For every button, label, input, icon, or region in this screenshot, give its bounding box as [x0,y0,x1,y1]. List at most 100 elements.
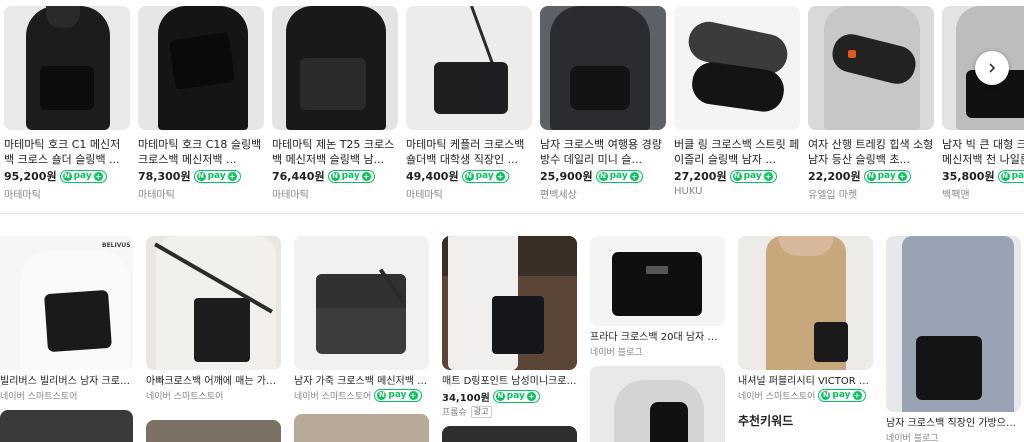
product-image[interactable] [738,236,873,370]
product-image[interactable]: BELIVUS [0,236,133,370]
brand-mark: BELIVUS [102,242,131,249]
grid-title[interactable]: 남자 크로스백 직장인 가방으로 ... [886,417,1021,430]
grid-title[interactable]: 프라다 크로스백 20대 남자 가방 [590,331,725,344]
store-name[interactable]: 마테마틱 [272,186,398,200]
naver-n-icon: N [196,171,206,181]
grid-store[interactable]: 네이버 스마트스토어 [0,389,133,402]
grid-card[interactable]: 남자 크로스백 직장인 가방으로 ... 네이버 블로그 [886,236,1021,442]
product-image[interactable] [138,6,264,130]
product-image[interactable] [294,236,429,370]
store-name[interactable]: 마테마틱 [4,186,130,200]
plus-icon: + [526,392,536,401]
naver-n-icon: N [464,171,474,181]
grid-store[interactable]: 네이버 스마트스토어 Npay + [738,389,873,402]
product-title[interactable]: 마테마틱 케플러 크로스백 숄더백 대학생 직장인 ... [406,137,532,167]
product-image[interactable] [0,410,133,442]
grid-store[interactable]: 네이버 블로그 [590,345,725,358]
product-price: 76,440원 [272,170,325,183]
grid-title[interactable]: 아빠크로스백 어깨에 매는 가방 ... [146,375,281,388]
grid-store[interactable]: 네이버 블로그 [886,431,1021,442]
product-title[interactable]: 마테마틱 호크 C18 슬링백 크로스백 메신저백 ... [138,137,264,167]
plus-icon: + [495,171,505,181]
ad-badge: 광고 [470,405,492,418]
product-image[interactable] [406,6,532,130]
npay-badge: Npay+ [461,169,509,183]
product-image[interactable] [294,414,429,442]
carousel-next-button[interactable] [975,51,1009,85]
product-price: 34,100원 [442,393,490,404]
product-carousel: 마테마틱 호크 C1 메신저백 크로스 숄더 슬링백 ... 95,200원 N… [0,0,1024,205]
store-name[interactable]: 마테마틱 [406,186,532,200]
grid-price-row: 34,100원 Npay + [442,389,577,404]
naver-n-icon: N [377,391,387,400]
naver-n-icon: N [62,171,72,181]
price-row: 49,400원 Npay + [406,168,532,184]
product-image[interactable] [590,236,725,326]
grid-card[interactable] [294,414,429,442]
carousel-card[interactable]: 남자 크로스백 여행용 경량 방수 데일리 미니 슬... 25,900원 Np… [540,6,666,200]
product-title[interactable]: 남자 빅 큰 대형 크로스백 메신저백 천 나일론 [942,137,1024,167]
product-price: 49,400원 [406,170,459,183]
grid-title[interactable]: 매트 D링포인트 남성미니크로스... [442,375,577,388]
product-title[interactable]: 마테마틱 제논 T25 크로스백 메신저백 슬링백 남... [272,137,398,167]
grid-title[interactable]: 내셔널 퍼블리시티 VICTOR HQ ... [738,375,873,388]
carousel-card[interactable]: 버클 링 크로스백 스트릿 페이즐리 슬링백 남자 ... 27,200원 Np… [674,6,800,200]
grid-store[interactable]: 프롬슈 광고 [442,405,577,418]
product-image[interactable] [442,236,577,370]
grid-store[interactable]: 네이버 스마트스토어 [146,389,281,402]
npay-badge: Npay+ [818,389,866,402]
grid-title[interactable]: 빌리버스 빌리버스 남자 크로스... [0,375,133,388]
plus-icon: + [852,391,862,400]
store-name[interactable]: HUKU [674,186,800,200]
product-title[interactable]: 버클 링 크로스백 스트릿 페이즐리 슬링백 남자 ... [674,137,800,167]
grid-card[interactable]: BELIVUS 빌리버스 빌리버스 남자 크로스... 네이버 스마트스토어 [0,236,133,402]
grid-card[interactable]: 남자 가죽 크로스백 메신저백 노... 네이버 스마트스토어 Npay + [294,236,429,402]
product-image[interactable] [272,6,398,130]
npay-badge: Npay+ [595,169,643,183]
grid-card[interactable]: 프라다 크로스백 20대 남자 가방 네이버 블로그 [590,236,725,358]
grid-card[interactable] [590,366,725,442]
price-row: 22,200원 Npay + [808,168,934,184]
grid-card[interactable]: 내셔널 퍼블리시티 VICTOR HQ ... 네이버 스마트스토어 Npay + [738,236,873,402]
product-image[interactable] [674,6,800,130]
carousel-card[interactable]: 마테마틱 케플러 크로스백 숄더백 대학생 직장인 ... 49,400원 Np… [406,6,532,200]
naver-n-icon: N [495,392,505,401]
recommended-keywords-heading: 추천키워드 [738,414,794,428]
grid-card[interactable]: 매트 D링포인트 남성미니크로스... 34,100원 Npay + 프롬슈 광고 [442,236,577,418]
price-row: 35,800원 Npay+ [942,168,1024,184]
product-image[interactable] [442,426,577,442]
grid-card[interactable] [0,410,133,442]
product-title[interactable]: 남자 크로스백 여행용 경량 방수 데일리 미니 슬... [540,137,666,167]
plus-icon: + [763,171,773,181]
plus-icon: + [227,171,237,181]
grid-card[interactable] [146,420,281,442]
naver-n-icon: N [866,171,876,181]
carousel-card[interactable]: 여자 산행 트레킹 힙색 소형 남자 등산 슬링백 초... 22,200원 N… [808,6,934,200]
grid-store[interactable]: 네이버 스마트스토어 Npay + [294,389,429,402]
product-image[interactable] [590,366,725,442]
npay-badge: Npay+ [997,169,1024,183]
npay-badge: Npay+ [729,169,777,183]
npay-badge: Npay+ [492,390,540,403]
product-title[interactable]: 여자 산행 트레킹 힙색 소형 남자 등산 슬링백 초... [808,137,934,167]
store-name[interactable]: 백팩맨 [942,186,1024,200]
carousel-card[interactable]: 마테마틱 호크 C1 메신저백 크로스 숄더 슬링백 ... 95,200원 N… [4,6,130,200]
grid-card[interactable] [442,426,577,442]
store-name[interactable]: 편백세상 [540,186,666,200]
product-image[interactable] [886,236,1021,412]
product-image[interactable] [146,236,281,370]
carousel-card[interactable]: 마테마틱 호크 C18 슬링백 크로스백 메신저백 ... 78,300원 Np… [138,6,264,200]
product-title[interactable]: 마테마틱 호크 C1 메신저백 크로스 숄더 슬링백 ... [4,137,130,167]
carousel-card[interactable]: 남자 빅 큰 대형 크로스백 메신저백 천 나일론 35,800원 Npay+ … [942,6,1024,200]
product-image[interactable] [146,420,281,442]
store-name[interactable]: 유엘입 마켓 [808,186,934,200]
product-image[interactable] [4,6,130,130]
grid-title[interactable]: 남자 가죽 크로스백 메신저백 노... [294,375,429,388]
product-image[interactable] [808,6,934,130]
store-name[interactable]: 마테마틱 [138,186,264,200]
naver-n-icon: N [732,171,742,181]
plus-icon: + [408,391,418,400]
grid-card[interactable]: 아빠크로스백 어깨에 매는 가방 ... 네이버 스마트스토어 [146,236,281,402]
product-image[interactable] [540,6,666,130]
carousel-card[interactable]: 마테마틱 제논 T25 크로스백 메신저백 슬링백 남... 76,440원 N… [272,6,398,200]
